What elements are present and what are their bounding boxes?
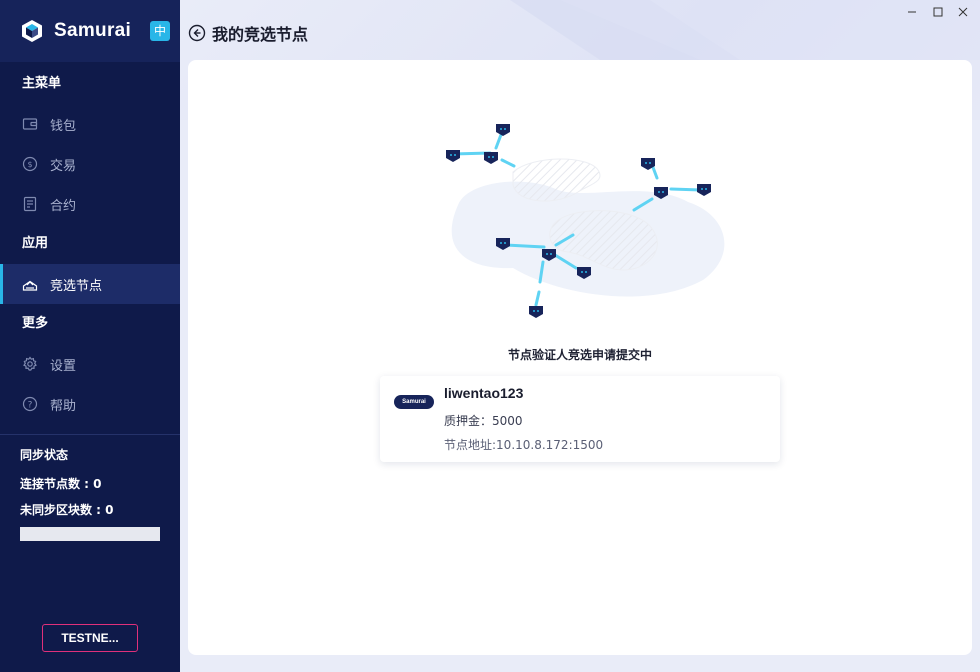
contract-icon (22, 196, 38, 212)
unsynced-blocks-count: 未同步区块数 : 0 (20, 503, 114, 517)
sidebar-item-settings[interactable]: 设置 (0, 344, 180, 384)
sync-status-title: 同步状态 (20, 448, 69, 462)
main-menu: 主菜单 钱包 $ 交易 合约 应用 竞选节点 更多 设置 ? 帮助 (0, 62, 180, 424)
node-network-illustration (446, 124, 725, 318)
sidebar-item-label: 帮助 (50, 398, 77, 414)
sidebar-item-label: 设置 (50, 358, 77, 374)
sidebar-item-exchange[interactable]: $ 交易 (0, 144, 180, 184)
back-navigation[interactable]: 我的竞选节点 (188, 21, 308, 45)
svg-text:$: $ (27, 160, 32, 169)
maximize-icon[interactable] (930, 4, 946, 20)
section-title-apps: 应用 (22, 236, 49, 251)
back-arrow-icon[interactable] (188, 24, 206, 42)
app-name: Samurai (54, 20, 132, 41)
exchange-icon: $ (22, 156, 38, 172)
sidebar: Samurai 中 主菜单 钱包 $ 交易 合约 应用 竞选节点 更多 设置 ?… (0, 0, 180, 672)
sync-progress-bar (20, 527, 160, 541)
section-title-main: 主菜单 (22, 76, 62, 91)
page-title: 我的竞选节点 (212, 25, 309, 44)
sidebar-item-label: 交易 (50, 158, 77, 174)
submission-status-text: 节点验证人竞选申请提交中 (507, 348, 652, 362)
samurai-logo-icon (22, 20, 42, 42)
help-icon: ? (22, 396, 38, 412)
gear-icon (22, 356, 38, 372)
node-address: 节点地址:10.10.8.172:1500 (444, 438, 604, 452)
section-title-more: 更多 (22, 316, 49, 331)
svg-text:?: ? (28, 400, 33, 410)
sidebar-item-label: 合约 (50, 198, 77, 214)
node-logo: Samurai (394, 395, 434, 409)
node-stake: 质押金：5000 (444, 414, 523, 428)
node-logo-text: Samurai (402, 399, 426, 405)
minimize-icon[interactable] (904, 4, 920, 20)
node-info-card: Samurai liwentao123 质押金：5000 节点地址:10.10.… (380, 376, 780, 462)
node-name: liwentao123 (444, 385, 524, 401)
close-icon[interactable] (955, 4, 971, 20)
main-content-card: 节点验证人竞选申请提交中 Samurai liwentao123 质押金：500… (188, 60, 972, 655)
wallet-icon (22, 116, 38, 132)
sync-status: 同步状态 连接节点数 : 0 未同步区块数 : 0 (0, 435, 180, 541)
sidebar-item-label: 竞选节点 (50, 278, 103, 294)
vote-icon (22, 276, 38, 292)
network-button[interactable]: TESTNE... (42, 624, 138, 652)
sidebar-item-wallet[interactable]: 钱包 (0, 104, 180, 144)
sidebar-item-help[interactable]: ? 帮助 (0, 384, 180, 424)
sidebar-item-vote-node[interactable]: 竞选节点 (0, 264, 180, 304)
connected-nodes-count: 连接节点数 : 0 (20, 477, 102, 491)
language-toggle[interactable]: 中 (150, 21, 170, 41)
sidebar-item-contract[interactable]: 合约 (0, 184, 180, 224)
sidebar-item-label: 钱包 (50, 118, 77, 134)
